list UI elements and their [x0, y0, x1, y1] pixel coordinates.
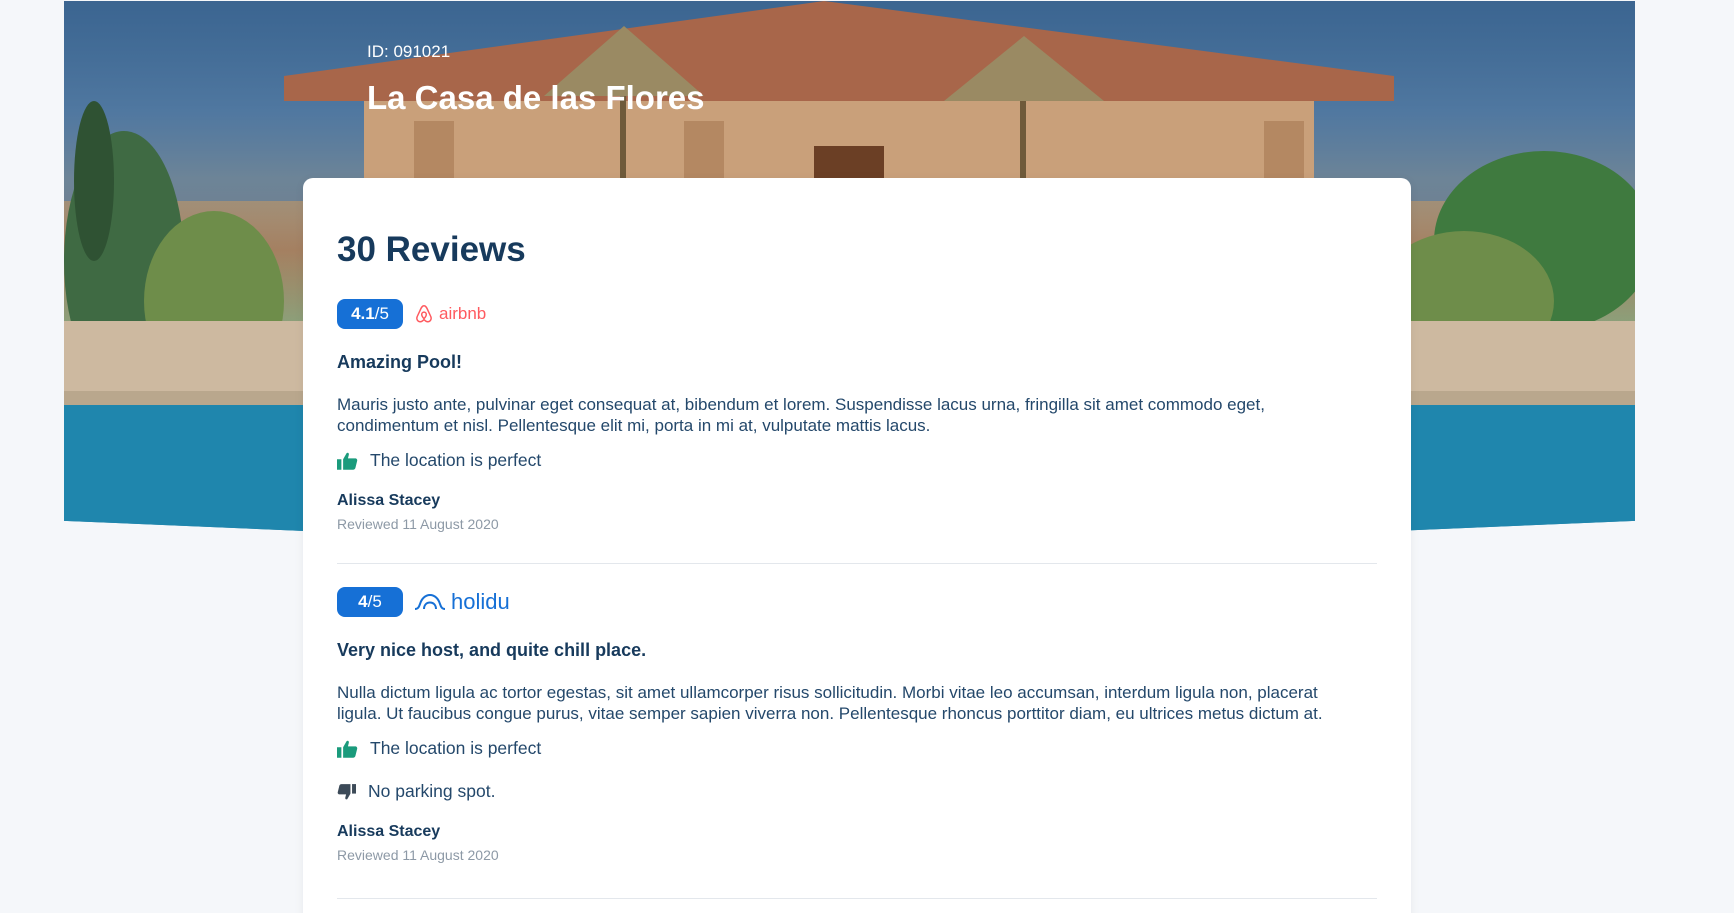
source-holidu: holidu — [413, 589, 510, 615]
airbnb-logo-icon — [416, 305, 432, 323]
thumbs-down-icon — [337, 783, 356, 799]
page: ID: 091021 La Casa de las Flores 30 Revi… — [0, 0, 1734, 913]
rating-row: 4 /5 holidu — [337, 586, 510, 618]
reviewer-name: Alissa Stacey — [337, 823, 441, 840]
rating-score: 4 — [358, 592, 368, 611]
pro-text: The location is perfect — [370, 738, 542, 758]
review-pro: The location is perfect — [337, 450, 541, 471]
rating-row: 4.1 /5 airbnb — [337, 298, 486, 330]
reviewer-name: Alissa Stacey — [337, 492, 441, 509]
reviews-heading: 30 Reviews — [337, 230, 526, 269]
review-body: Nulla dictum ligula ac tortor egestas, s… — [337, 683, 1323, 723]
review-title: Amazing Pool! — [337, 352, 462, 372]
rating-badge: 4.1 /5 — [337, 299, 403, 329]
rating-badge: 4 /5 — [337, 587, 403, 617]
listing-title: La Casa de las Flores — [367, 79, 705, 116]
listing-id: ID: 091021 — [367, 42, 451, 61]
review-date: Reviewed 11 August 2020 — [337, 516, 499, 532]
holidu-logo-icon — [414, 593, 446, 610]
source-airbnb: airbnb — [413, 303, 486, 325]
review-date: Reviewed 11 August 2020 — [337, 847, 499, 863]
review-divider — [337, 898, 1377, 899]
pro-text: The location is perfect — [370, 450, 542, 470]
con-text: No parking spot. — [368, 781, 496, 801]
review-pro: The location is perfect — [337, 738, 541, 759]
review-con: No parking spot. — [337, 781, 495, 802]
review-title: Very nice host, and quite chill place. — [337, 640, 647, 660]
review-divider — [337, 563, 1377, 564]
rating-scale: /5 — [374, 304, 389, 323]
reviews-card: 30 Reviews 4.1 /5 airbnb Amazing Pool! M… — [303, 178, 1411, 913]
thumbs-up-icon — [337, 740, 358, 758]
source-label: airbnb — [439, 304, 487, 323]
review-body: Mauris justo ante, pulvinar eget consequ… — [337, 395, 1265, 435]
rating-score: 4.1 — [351, 304, 375, 323]
source-label: holidu — [451, 589, 510, 614]
thumbs-up-icon — [337, 452, 358, 470]
rating-scale: /5 — [367, 592, 382, 611]
